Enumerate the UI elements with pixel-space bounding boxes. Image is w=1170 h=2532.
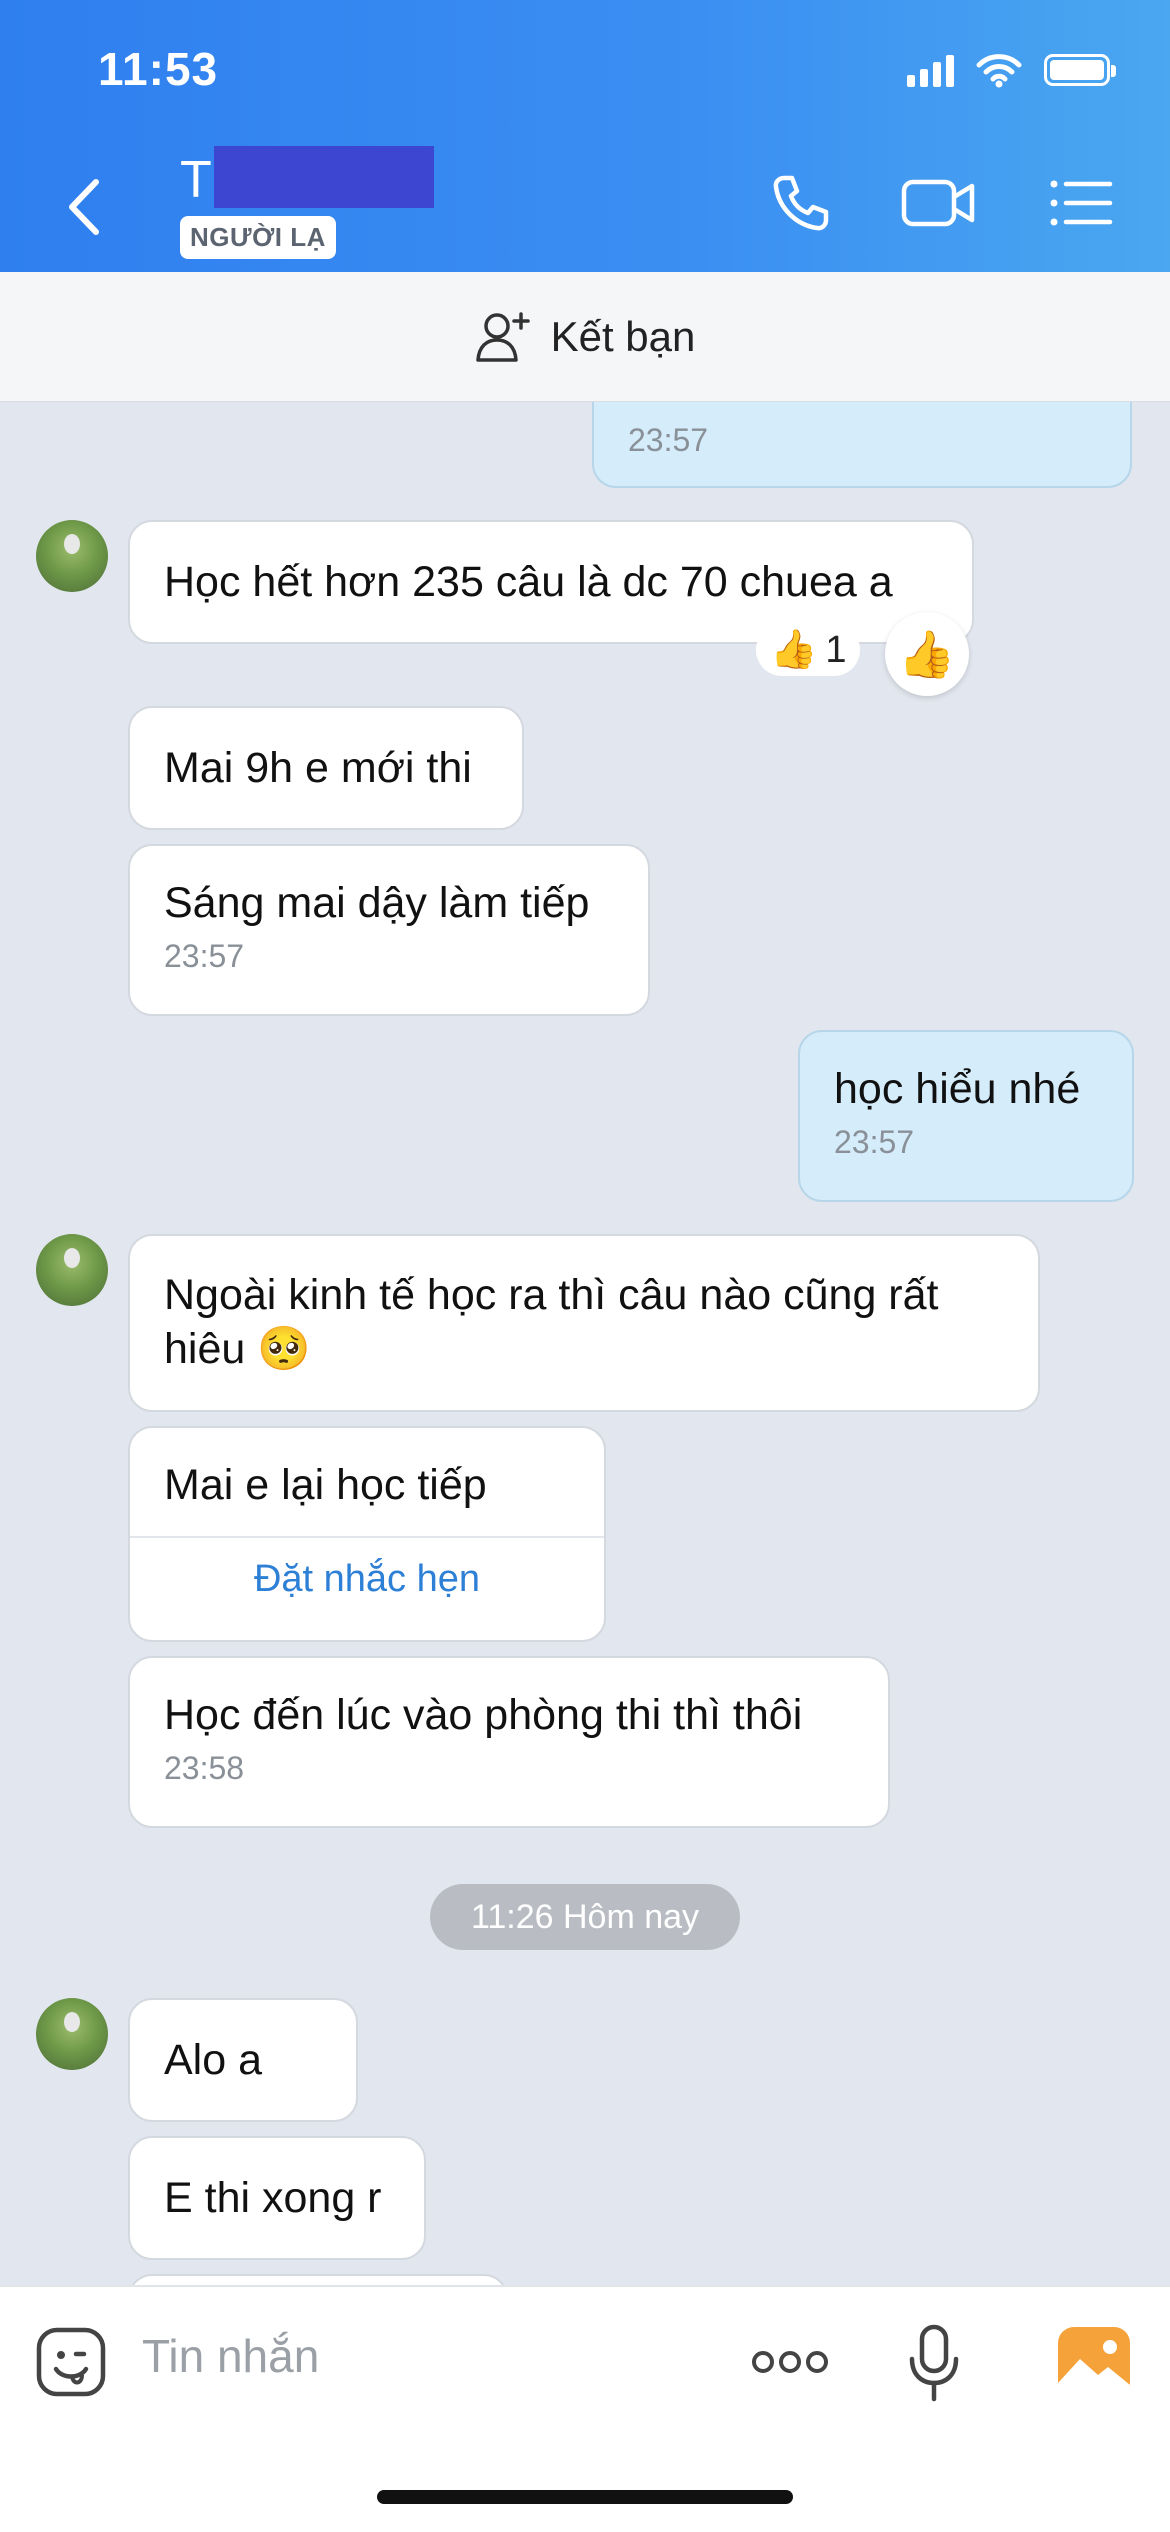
reaction-number: 1 bbox=[825, 628, 847, 671]
message-bubble[interactable]: Sáng mai dậy làm tiếp 23:57 bbox=[128, 844, 650, 1016]
image-gallery-icon[interactable] bbox=[1056, 2325, 1132, 2401]
battery-icon bbox=[1044, 54, 1116, 86]
message-bubble-own[interactable]: học hiểu nhé 23:57 bbox=[798, 1030, 1134, 1202]
reaction-count[interactable]: 👍 1 bbox=[756, 624, 861, 676]
message-text: Mai e lại học tiếp bbox=[164, 1461, 487, 1509]
message-bubble[interactable]: Ngoài kinh tế học ra thì câu nào cũng rấ… bbox=[128, 1234, 1040, 1412]
message-bubble[interactable] bbox=[128, 2274, 508, 2285]
message-text: Mai 9h e mới thi bbox=[164, 744, 472, 792]
wifi-icon bbox=[976, 54, 1022, 88]
redaction-box bbox=[214, 146, 434, 208]
message-time: 23:57 bbox=[834, 1124, 915, 1160]
message-input[interactable]: Tin nhắn bbox=[142, 2329, 319, 2383]
message-time: 23:57 bbox=[628, 422, 709, 458]
message-time: 23:58 bbox=[164, 1750, 245, 1786]
set-reminder-link[interactable]: Đặt nhắc hẹn bbox=[130, 1538, 604, 1601]
menu-list-icon[interactable] bbox=[1048, 172, 1114, 234]
message-bubble[interactable]: Mai e lại học tiếp Đặt nhắc hẹn bbox=[128, 1426, 606, 1642]
message-text: Sáng mai dậy làm tiếp bbox=[164, 879, 590, 927]
message-text: Học đến lúc vào phòng thi thì thôi bbox=[164, 1691, 803, 1739]
thumbs-up-icon: 👍 bbox=[770, 629, 818, 671]
contact-avatar[interactable] bbox=[36, 520, 108, 592]
message-time: 23:57 bbox=[164, 938, 245, 974]
message-bubble[interactable]: Học đến lúc vào phòng thi thì thôi 23:58 bbox=[128, 1656, 890, 1828]
microphone-icon[interactable] bbox=[906, 2323, 962, 2403]
more-icon[interactable] bbox=[750, 2347, 830, 2377]
thumbs-up-icon: 👍 bbox=[898, 627, 956, 680]
react-button[interactable]: 👍 bbox=[885, 612, 969, 696]
add-friend-label: Kết bạn bbox=[550, 312, 696, 360]
home-indicator bbox=[377, 2490, 793, 2504]
contact-avatar[interactable] bbox=[36, 1234, 108, 1306]
sticker-icon[interactable] bbox=[34, 2325, 108, 2399]
video-call-icon[interactable] bbox=[900, 172, 978, 234]
stranger-badge: NGƯỜI LẠ bbox=[180, 216, 336, 259]
message-bubble[interactable]: Mai 9h e mới thi bbox=[128, 706, 524, 830]
contact-name[interactable]: T bbox=[180, 150, 212, 210]
status-icons bbox=[907, 52, 1116, 88]
contact-avatar[interactable] bbox=[36, 1998, 108, 2070]
add-friend-icon bbox=[475, 311, 530, 362]
message-text: Học hết hơn 235 câu là dc 70 chuea a bbox=[164, 558, 893, 606]
phone-icon[interactable] bbox=[770, 172, 832, 234]
message-text: Alo a bbox=[164, 2036, 263, 2084]
message-text: học hiểu nhé bbox=[834, 1065, 1081, 1113]
message-text: Ngoài kinh tế học ra thì câu nào cũng rấ… bbox=[164, 1271, 939, 1373]
message-text: E thi xong r bbox=[164, 2174, 382, 2222]
message-bubble[interactable]: E thi xong r bbox=[128, 2136, 426, 2260]
message-bubble-own[interactable]: 23:57 bbox=[592, 402, 1132, 488]
message-bubble[interactable]: Alo a bbox=[128, 1998, 358, 2122]
add-friend-bar[interactable]: Kết bạn bbox=[0, 272, 1170, 402]
chat-messages[interactable]: 23:57 Học hết hơn 235 câu là dc 70 chuea… bbox=[0, 402, 1170, 2285]
date-separator: 11:26 Hôm nay bbox=[430, 1884, 740, 1950]
message-bubble[interactable]: Học hết hơn 235 câu là dc 70 chuea a bbox=[128, 520, 974, 644]
chat-header: 11:53 T NGƯỜI LẠ bbox=[0, 0, 1170, 272]
back-icon[interactable] bbox=[56, 172, 116, 242]
status-time: 11:53 bbox=[98, 43, 219, 95]
signal-icon bbox=[907, 53, 954, 87]
